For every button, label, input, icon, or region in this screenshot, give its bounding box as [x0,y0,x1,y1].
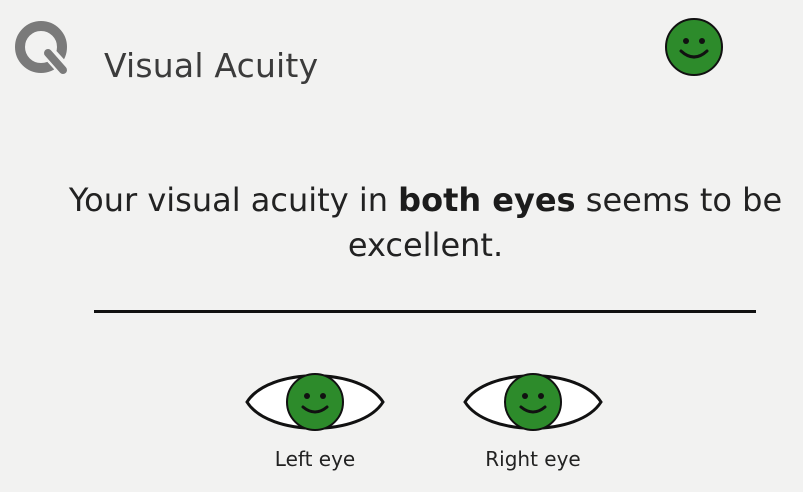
right-eye-result: Right eye [463,362,603,488]
left-eye-icon [245,373,385,431]
result-text-before: Your visual acuity in [68,181,399,219]
app-header: Visual Acuity [0,0,803,92]
app-title: Visual Acuity [104,46,319,86]
overall-status-smiley-icon [665,18,723,76]
right-eye-label: Right eye [485,447,581,471]
left-eye-label: Left eye [274,447,356,471]
divider [94,310,756,313]
result-emphasis: both eyes [398,181,576,219]
app-logo-icon [15,21,73,76]
acuity-result-message: Your visual acuity in both eyes seems to… [60,178,791,268]
left-eye-result: Left eye [245,362,385,488]
right-eye-icon [463,373,603,431]
